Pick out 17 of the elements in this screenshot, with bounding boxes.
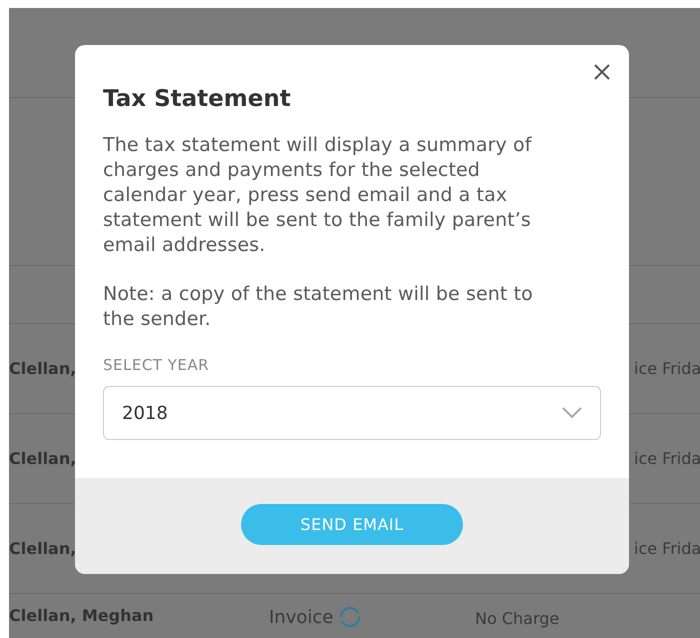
name-text: Clellan, xyxy=(9,359,76,378)
modal-title: Tax Statement xyxy=(103,85,292,113)
cell-text: No Charge xyxy=(475,608,560,628)
close-icon xyxy=(593,63,611,81)
name-text: Clellan, Meghan xyxy=(9,606,154,625)
field-label: SELECT YEAR xyxy=(103,356,210,374)
cell-text: ice Frida xyxy=(634,359,700,378)
name-text: Clellan, xyxy=(9,539,76,558)
close-button[interactable] xyxy=(593,63,611,81)
name-text: Clellan, xyxy=(9,449,76,468)
description-text: Note: a copy of the statement will be sent to the sender. xyxy=(103,282,534,332)
description-text: The tax statement will display a summary of charges and payments for the selected calendar year, press send email and a tax statement will be sent to the family parent’s email addresses. xyxy=(103,133,533,258)
cell-text: ice Frida xyxy=(634,449,700,468)
year-select[interactable]: 2018 xyxy=(103,386,601,440)
type-text: Invoice xyxy=(269,606,334,628)
chevron-down-icon xyxy=(562,407,582,419)
cell-text: ice Frida xyxy=(634,539,700,558)
